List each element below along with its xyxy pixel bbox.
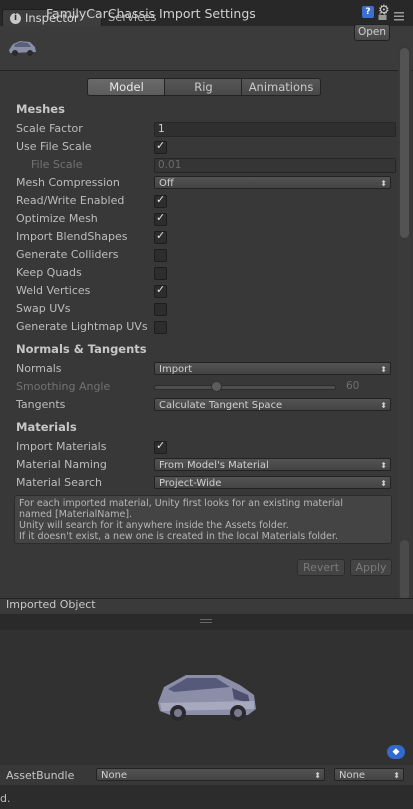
optimize-mesh-checkbox[interactable]: ✓ <box>154 211 167 226</box>
chevron-updown-icon: ⬍ <box>314 771 321 780</box>
normals-label: Normals <box>16 362 62 375</box>
use-file-scale-label: Use File Scale <box>16 140 92 153</box>
scrollbar-thumb-lower[interactable] <box>400 540 409 600</box>
help-line: Unity will search for it anywhere inside… <box>19 520 289 531</box>
generate-lightmap-uvs-label: Generate Lightmap UVs <box>16 320 148 333</box>
tangents-dropdown[interactable]: Calculate Tangent Space ⬍ <box>154 398 391 411</box>
weld-vertices-checkbox[interactable]: ✓ <box>154 283 167 298</box>
chevron-updown-icon: ⬍ <box>380 461 387 470</box>
tangents-label: Tangents <box>16 398 66 411</box>
chevron-updown-icon: ⬍ <box>380 401 387 410</box>
smoothing-angle-label: Smoothing Angle <box>16 380 111 393</box>
scale-factor-field[interactable]: 1 <box>154 122 396 137</box>
weld-vertices-label: Weld Vertices <box>16 284 91 297</box>
normals-dropdown[interactable]: Import ⬍ <box>154 362 391 375</box>
swap-uvs-checkbox[interactable] <box>154 303 167 316</box>
swap-uvs-label: Swap UVs <box>16 302 71 315</box>
mesh-compression-label: Mesh Compression <box>16 176 120 189</box>
help-line: If it doesn't exist, a new one is create… <box>19 531 338 542</box>
material-naming-dropdown[interactable]: From Model's Material ⬍ <box>154 458 391 471</box>
tab-model[interactable]: Model <box>87 78 166 96</box>
checkmark-icon: ✓ <box>156 193 166 206</box>
car-model-preview-image <box>158 675 256 721</box>
import-materials-checkbox[interactable]: ✓ <box>154 439 167 454</box>
material-search-value: Project-Wide <box>159 478 222 489</box>
assetbundle-name-value: None <box>101 770 128 781</box>
scrollbar-thumb[interactable] <box>400 48 409 238</box>
generate-lightmap-uvs-checkbox[interactable] <box>154 321 167 334</box>
gear-icon[interactable]: ⚙ <box>378 3 394 19</box>
generate-colliders-checkbox[interactable] <box>154 249 167 262</box>
checkmark-icon: ✓ <box>156 439 166 452</box>
file-scale-field: 0.01 <box>154 158 396 173</box>
material-search-dropdown[interactable]: Project-Wide ⬍ <box>154 476 391 489</box>
imported-object-label: Imported Object <box>6 598 96 611</box>
tangents-value: Calculate Tangent Space <box>159 400 283 411</box>
assetbundle-variant-dropdown[interactable]: None ⬍ <box>334 768 404 781</box>
use-file-scale-checkbox[interactable]: ✓ <box>154 139 167 154</box>
generate-colliders-label: Generate Colliders <box>16 248 119 261</box>
label-tag-icon[interactable]: ◆ <box>387 745 405 759</box>
open-button[interactable]: Open <box>354 24 390 41</box>
material-naming-label: Material Naming <box>16 458 107 471</box>
material-naming-value: From Model's Material <box>159 460 269 471</box>
help-line: For each imported material, Unity first … <box>19 498 343 509</box>
chevron-updown-icon: ⬍ <box>380 179 387 188</box>
smoothing-angle-value: 60 <box>346 380 360 392</box>
normals-tangents-heading: Normals & Tangents <box>16 342 147 356</box>
materials-heading: Materials <box>16 420 77 434</box>
help-line: named [MaterialName]. <box>19 509 133 520</box>
mesh-compression-dropdown[interactable]: Off ⬍ <box>154 176 391 189</box>
status-bar <box>0 785 413 809</box>
material-search-label: Material Search <box>16 476 102 489</box>
materials-help-box: For each imported material, Unity first … <box>14 495 392 544</box>
assetbundle-name-dropdown[interactable]: None ⬍ <box>96 768 325 781</box>
asset-title: FamilyCarChassis Import Settings <box>46 6 256 21</box>
mesh-compression-value: Off <box>159 178 174 189</box>
model-asset-icon <box>9 41 36 56</box>
import-blendshapes-checkbox[interactable]: ✓ <box>154 229 167 244</box>
chevron-updown-icon: ⬍ <box>380 479 387 488</box>
checkmark-icon: ✓ <box>156 229 166 242</box>
smoothing-angle-slider-thumb <box>211 381 222 392</box>
info-icon: i <box>10 13 21 24</box>
chevron-updown-icon: ⬍ <box>380 365 387 374</box>
read-write-checkbox[interactable]: ✓ <box>154 193 167 208</box>
status-text: d. <box>0 792 11 805</box>
read-write-label: Read/Write Enabled <box>16 194 125 207</box>
help-book-icon[interactable]: ? <box>362 6 374 18</box>
checkmark-icon: ✓ <box>156 139 166 152</box>
chevron-updown-icon: ⬍ <box>393 771 400 780</box>
tab-rig[interactable]: Rig <box>164 78 243 96</box>
keep-quads-label: Keep Quads <box>16 266 82 279</box>
normals-value: Import <box>159 364 193 375</box>
assetbundle-variant-value: None <box>339 770 366 781</box>
smoothing-angle-slider <box>154 385 336 390</box>
inspector-header <box>0 26 413 71</box>
import-blendshapes-label: Import BlendShapes <box>16 230 128 243</box>
revert-button[interactable]: Revert <box>297 559 345 576</box>
file-scale-label: File Scale <box>31 158 83 171</box>
panel-menu-icon[interactable] <box>394 11 404 21</box>
scale-factor-label: Scale Factor <box>16 122 83 135</box>
optimize-mesh-label: Optimize Mesh <box>16 212 98 225</box>
tab-animations[interactable]: Animations <box>241 78 321 96</box>
apply-button[interactable]: Apply <box>350 559 392 576</box>
import-materials-label: Import Materials <box>16 440 107 453</box>
drag-grip-icon[interactable] <box>200 618 212 626</box>
keep-quads-checkbox[interactable] <box>154 267 167 280</box>
assetbundle-label: AssetBundle <box>6 769 75 782</box>
checkmark-icon: ✓ <box>156 211 166 224</box>
checkmark-icon: ✓ <box>156 283 166 296</box>
meshes-heading: Meshes <box>16 102 65 116</box>
